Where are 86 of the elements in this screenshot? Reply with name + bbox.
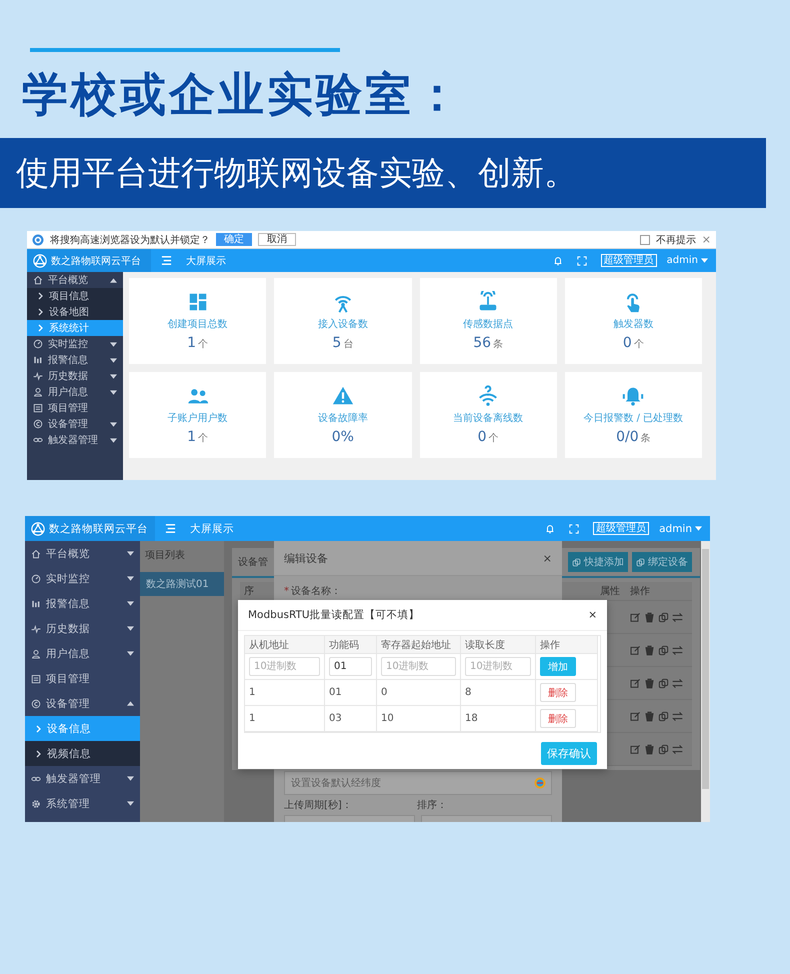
column-header: 属性 (600, 584, 621, 598)
required-mark: * (284, 586, 289, 597)
headline: 学校或企业实验室： (22, 66, 463, 123)
column-header: 从机地址 (245, 636, 325, 654)
table-cell: 01 (325, 680, 377, 706)
panel-title: 项目列表 (144, 548, 186, 563)
close-button[interactable]: × (702, 233, 711, 246)
field-label: 上传周期[秒]： (284, 798, 352, 812)
sidebar-item[interactable]: 视频信息 (25, 741, 140, 766)
stat-value: 0 (622, 335, 632, 351)
role-badge: 超级管理员 (600, 254, 657, 267)
column-header: 操作 (630, 585, 651, 598)
sidebar-item[interactable]: 历史数据 (25, 616, 140, 641)
stat-unit: 个 (488, 432, 499, 445)
stat-value: 56 (473, 335, 492, 351)
sidebar-item[interactable]: 系统管理 (25, 791, 140, 816)
sidebar-item[interactable]: 报警信息 (25, 591, 140, 616)
sidebar-item[interactable]: 平台概览 (27, 272, 123, 288)
brand-name: 数之路物联网云平台 (49, 522, 148, 536)
column-header: 寄存器起始地址 (377, 636, 461, 654)
sidebar-item[interactable]: 触发器管理 (27, 432, 123, 448)
sidebar-item[interactable]: 项目管理 (25, 666, 140, 691)
stat-unit: 个 (198, 432, 208, 445)
sidebar-item[interactable]: 报警信息 (27, 352, 123, 368)
stat-value: 0% (332, 429, 354, 445)
stat-value: 5 (332, 335, 342, 351)
toolbar-button[interactable]: 快捷添加 (568, 552, 628, 572)
stat-label: 当前设备离线数 (453, 412, 524, 425)
sidebar-item[interactable]: 实时监控 (25, 566, 140, 591)
sidebar-item[interactable]: 项目管理 (27, 400, 123, 416)
project-item[interactable]: 数之路测试01 (140, 572, 224, 596)
sidebar-item[interactable]: 平台概览 (25, 541, 140, 566)
brand-name: 数之路物联网云平台 (51, 254, 141, 268)
toolbar-button[interactable]: 绑定设备 (632, 552, 692, 572)
table-cell: 0 (377, 680, 461, 706)
delete-button[interactable]: 删除 (540, 683, 576, 702)
sidebar-item[interactable]: 设备管理 (27, 416, 123, 432)
prompt-message: 将搜狗高速浏览器设为默认并锁定？ (50, 234, 210, 246)
sidebar-item[interactable]: 触发器管理 (25, 766, 140, 791)
close-button[interactable]: × (542, 552, 552, 564)
table-cell: 1 (245, 706, 325, 732)
input-field[interactable]: 设置设备默认经纬度 (284, 771, 552, 795)
cancel-button[interactable]: 取消 (258, 233, 296, 246)
delete-button[interactable]: 删除 (540, 709, 576, 728)
role-badge: 超级管理员 (593, 522, 650, 535)
stat-unit: 条 (493, 338, 504, 351)
column-header: 序 (243, 584, 255, 598)
table-cell: 8 (461, 680, 536, 706)
stat-value: 0 (478, 429, 487, 445)
stat-label: 触发器数 (613, 318, 654, 331)
column-header: 操作 (536, 636, 598, 654)
stat-unit: 个 (198, 338, 208, 351)
column-header: 功能码 (325, 636, 377, 654)
stat-label: 设备故障率 (318, 412, 368, 425)
field-label: 设备名称： (291, 586, 341, 597)
stat-unit: 台 (343, 338, 354, 351)
input-field[interactable]: 01 (329, 657, 372, 676)
stat-label: 接入设备数 (318, 318, 368, 331)
sidebar-item[interactable]: 用户信息 (25, 641, 140, 666)
stat-value: 0/0 (616, 429, 639, 445)
subtitle-banner: 使用平台进行物联网设备实验、创新。 (0, 138, 766, 208)
sidebar-item[interactable]: 设备管理 (25, 691, 140, 716)
stat-label: 今日报警数 / 已处理数 (584, 412, 684, 425)
table-cell: 18 (461, 706, 536, 732)
stat-label: 创建项目总数 (168, 318, 228, 331)
sidebar-item[interactable]: 实时监控 (27, 336, 123, 352)
stat-label: 传感数据点 (463, 318, 514, 331)
column-header: 读取长度 (461, 636, 536, 654)
table-cell: 1 (245, 680, 325, 706)
checkbox-label: 不再提示 (656, 234, 696, 246)
dialog-title: 编辑设备 (284, 550, 328, 566)
stat-value: 1 (187, 335, 196, 351)
sidebar-item[interactable]: 项目信息 (27, 288, 123, 304)
close-button[interactable]: × (588, 609, 597, 621)
table-cell: 03 (325, 706, 377, 732)
tab[interactable]: 设备管 (238, 549, 268, 575)
dialog-title: ModbusRTU批量读配置【可不填】 (248, 608, 420, 622)
sidebar-item[interactable]: 历史数据 (27, 368, 123, 384)
stat-unit: 条 (640, 432, 651, 445)
stat-value: 1 (187, 429, 196, 445)
field-label: 排序： (417, 798, 447, 812)
sidebar-item[interactable]: 用户信息 (27, 384, 123, 400)
table-cell: 10 (377, 706, 461, 732)
stat-label: 子账户用户数 (168, 412, 228, 425)
sidebar-item[interactable]: 设备地图 (27, 304, 123, 320)
stat-unit: 个 (634, 338, 644, 351)
